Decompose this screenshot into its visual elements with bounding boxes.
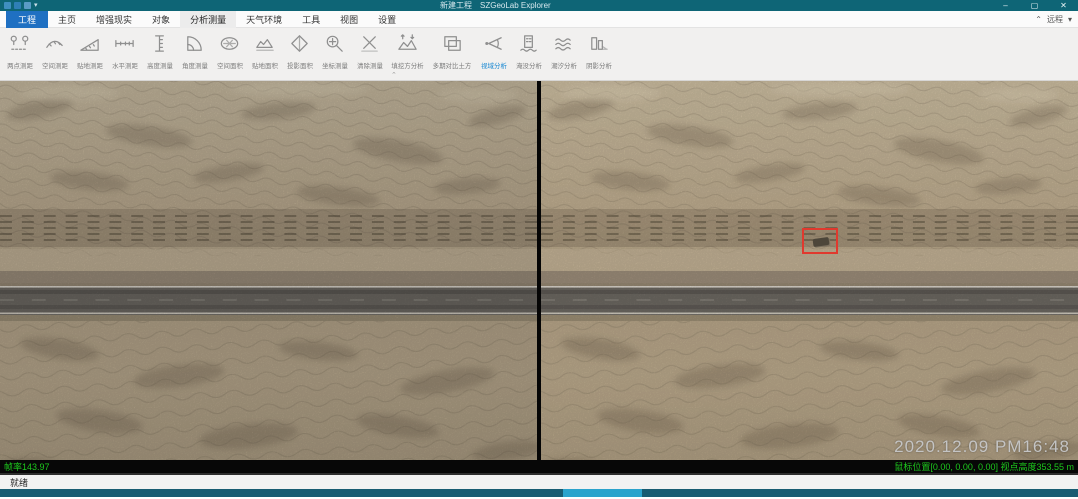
save-project-icon[interactable]	[24, 2, 31, 9]
tool-label: 高度测量	[147, 61, 173, 70]
menu-item-home[interactable]: 主页	[48, 11, 86, 28]
tool-ground-distance[interactable]: 贴地测距	[72, 31, 107, 72]
shadow-analysis-icon	[587, 32, 610, 60]
left-aerial-image	[0, 81, 537, 473]
tool-multi-period-compare[interactable]: 多期对比土方	[428, 31, 476, 72]
detected-vehicle	[813, 237, 830, 247]
measure-analysis-toolbar: 两点测距 空间测距 贴地测距 水平测距 高度测量 角度测量 空间面积	[0, 28, 1078, 81]
remote-menu[interactable]: 远程	[1047, 14, 1063, 25]
tool-flood-analysis[interactable]: 淹没分析	[511, 31, 546, 72]
clear-measure-icon	[358, 32, 381, 60]
tool-two-point-distance[interactable]: 两点测距	[2, 31, 37, 72]
tool-space-area[interactable]: 空间面积	[212, 31, 247, 72]
tool-viewshed-analysis[interactable]: 视域分析	[476, 31, 511, 72]
tool-height-measure[interactable]: 高度测量	[142, 31, 177, 72]
new-project-icon[interactable]	[4, 2, 11, 9]
right-aerial-image	[541, 81, 1078, 473]
tool-projected-area[interactable]: 投影面积	[282, 31, 317, 72]
application-window: ▾ 新建工程 SZGeoLab Explorer – ▢ ✕ 工程 主页 增强现…	[0, 0, 1078, 499]
app-title: SZGeoLab Explorer	[480, 1, 551, 10]
tool-label: 阴影分析	[586, 61, 612, 70]
tool-label: 两点测距	[7, 61, 33, 70]
viewshed-analysis-icon	[482, 32, 505, 60]
video-timestamp: 2020.12.09 PM16:48	[894, 437, 1070, 457]
menu-item-tools[interactable]: 工具	[292, 11, 330, 28]
title-bar: ▾ 新建工程 SZGeoLab Explorer – ▢ ✕	[0, 0, 1078, 11]
multi-period-compare-icon	[441, 32, 464, 60]
tool-label: 贴地测距	[77, 61, 103, 70]
horizontal-distance-icon	[113, 32, 136, 60]
left-aerial-view[interactable]	[0, 81, 537, 473]
quick-access-dropdown-icon[interactable]: ▾	[34, 2, 38, 9]
tool-label: 空间测距	[42, 61, 68, 70]
tool-label: 多期对比土方	[433, 61, 472, 70]
tool-label: 淹没分析	[516, 61, 542, 70]
menu-item-view[interactable]: 视图	[330, 11, 368, 28]
coordinate-measure-icon	[323, 32, 346, 60]
tool-space-distance[interactable]: 空间测距	[37, 31, 72, 72]
menu-item-settings[interactable]: 设置	[368, 11, 406, 28]
tool-clear-measure[interactable]: 清除测量	[352, 31, 387, 72]
tool-label: 投影面积	[287, 61, 313, 70]
tool-label: 水平测距	[112, 61, 138, 70]
ground-distance-icon	[78, 32, 101, 60]
status-bar: 就绪	[0, 473, 1078, 489]
viewer-hud-bar: 帧率143.97 鼠标位置[0.00, 0.00, 0.00] 视点高度353.…	[0, 460, 1078, 473]
cut-fill-analysis-icon	[396, 32, 419, 60]
tool-shadow-analysis[interactable]: 阴影分析	[581, 31, 616, 72]
target-annotation-box	[802, 228, 838, 254]
tool-ground-area[interactable]: 贴地面积	[247, 31, 282, 72]
tool-cut-fill-analysis[interactable]: 填挖方分析	[387, 31, 428, 72]
ribbon-collapse-icon[interactable]: ⌃	[391, 73, 397, 79]
tool-label: 清除测量	[357, 61, 383, 70]
menu-item-ar[interactable]: 增强现实	[86, 11, 142, 28]
window-title: 新建工程 SZGeoLab Explorer	[440, 0, 551, 11]
ground-area-icon	[253, 32, 276, 60]
menu-item-objects[interactable]: 对象	[142, 11, 180, 28]
frame-rate-readout: 帧率143.97	[4, 460, 50, 473]
tool-label: 坐标测量	[322, 61, 348, 70]
menu-right-controls: ⌃ 远程 ▾	[1035, 11, 1072, 28]
tool-label: 潮汐分析	[551, 61, 577, 70]
dual-map-viewer: 2020.12.09 PM16:48 帧率143.97 鼠标位置[0.00, 0…	[0, 81, 1078, 473]
tool-label: 填挖方分析	[391, 61, 423, 70]
right-aerial-view[interactable]: 2020.12.09 PM16:48	[541, 81, 1078, 473]
space-distance-icon	[43, 32, 66, 60]
window-controls: – ▢ ✕	[991, 0, 1078, 11]
two-point-distance-icon	[8, 32, 31, 60]
height-measure-icon	[148, 32, 171, 60]
maximize-button[interactable]: ▢	[1020, 0, 1049, 11]
tool-label: 视域分析	[481, 61, 507, 70]
projected-area-icon	[288, 32, 311, 60]
project-title: 新建工程	[440, 0, 472, 11]
angle-measure-icon	[183, 32, 206, 60]
tool-label: 贴地面积	[252, 61, 278, 70]
chevron-down-icon[interactable]: ▾	[1068, 15, 1072, 24]
tool-tide-analysis[interactable]: 潮汐分析	[546, 31, 581, 72]
tool-label: 空间面积	[217, 61, 243, 70]
menu-bar: 工程 主页 增强现实 对象 分析测量 天气环境 工具 视图 设置 ⌃ 远程 ▾	[0, 11, 1078, 28]
space-area-icon	[218, 32, 241, 60]
open-project-icon[interactable]	[14, 2, 21, 9]
minimize-button[interactable]: –	[991, 0, 1020, 11]
ready-status-text: 就绪	[10, 476, 28, 489]
menu-item-analysis[interactable]: 分析测量	[180, 11, 236, 28]
tool-horizontal-distance[interactable]: 水平测距	[107, 31, 142, 72]
quick-access-toolbar: ▾	[0, 2, 38, 9]
mouse-position-readout: 鼠标位置[0.00, 0.00, 0.00] 视点高度353.55 m	[894, 460, 1074, 473]
bottom-taskbar	[0, 489, 1078, 497]
tool-angle-measure[interactable]: 角度测量	[177, 31, 212, 72]
taskbar-active-segment[interactable]	[563, 489, 643, 497]
tool-coordinate-measure[interactable]: 坐标测量	[317, 31, 352, 72]
tool-label: 角度测量	[182, 61, 208, 70]
collapse-ribbon-icon[interactable]: ⌃	[1035, 15, 1042, 24]
tide-analysis-icon	[552, 32, 575, 60]
menu-item-weather[interactable]: 天气环境	[236, 11, 292, 28]
close-button[interactable]: ✕	[1049, 0, 1078, 11]
menu-item-project[interactable]: 工程	[6, 11, 48, 28]
flood-analysis-icon	[517, 32, 540, 60]
